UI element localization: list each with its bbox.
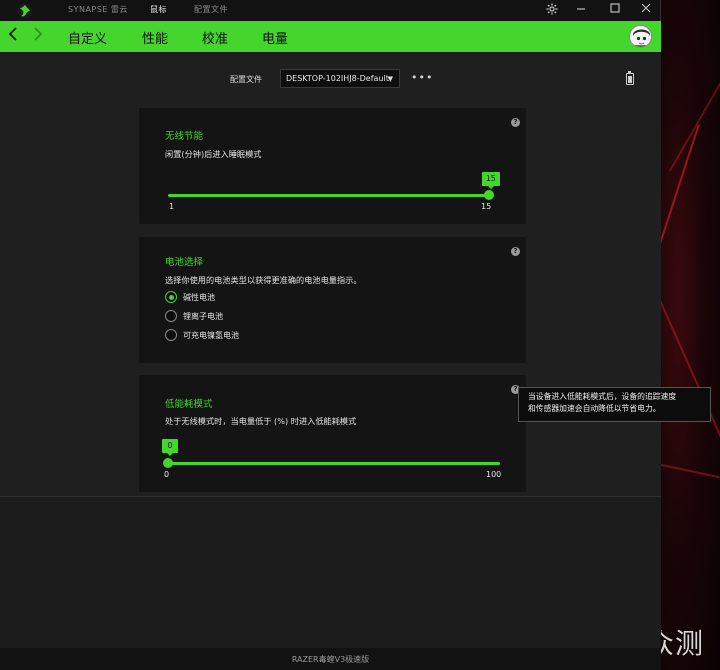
sleep-slider-value: 15 bbox=[482, 172, 500, 189]
device-name: RAZER毒蝰V3极速版 bbox=[291, 655, 370, 664]
razer-logo-icon[interactable] bbox=[17, 3, 33, 19]
battery-option-lithium[interactable]: 锂离子电池 bbox=[165, 310, 223, 322]
sleep-card-title: 无线节能 bbox=[165, 131, 204, 142]
avatar[interactable] bbox=[629, 25, 652, 48]
title-tab-profiles[interactable]: 配置文件 bbox=[194, 4, 228, 15]
help-icon[interactable]: ? bbox=[511, 247, 520, 256]
lowpower-card-description: 处于无线模式时，当电量低于 (%) 时进入低能耗模式 bbox=[165, 416, 357, 426]
sleep-card: ? 无线节能 闲置(分钟)后进入睡眠模式 15 1 15 bbox=[139, 108, 526, 224]
battery-icon bbox=[626, 70, 634, 85]
sleep-card-description: 闲置(分钟)后进入睡眠模式 bbox=[165, 149, 262, 159]
chevron-down-icon: ▼ bbox=[387, 75, 393, 83]
desktop-wallpaper bbox=[660, 0, 720, 670]
tab-power[interactable]: 电量 bbox=[262, 28, 288, 47]
radio-button[interactable] bbox=[165, 291, 177, 303]
lowpower-slider-max: 100 bbox=[486, 470, 502, 479]
tab-performance[interactable]: 性能 bbox=[142, 28, 168, 47]
title-bar: SYNAPSE 雷云 鼠标 配置文件 bbox=[0, 0, 660, 21]
radio-button[interactable] bbox=[165, 329, 177, 341]
close-icon[interactable] bbox=[639, 3, 653, 17]
empty-area bbox=[0, 496, 661, 648]
nav-bar: 自定义 性能 校准 电量 bbox=[0, 21, 661, 52]
power-page: 配置文件 DESKTOP-102IHJ8-Default ▼ ••• ? 无线节… bbox=[0, 52, 661, 496]
battery-option-nimh[interactable]: 可充电镍氢电池 bbox=[165, 329, 239, 341]
lowpower-card-title: 低能耗模式 bbox=[165, 399, 213, 410]
help-icon[interactable]: ? bbox=[511, 118, 520, 127]
maximize-icon[interactable] bbox=[608, 3, 622, 17]
battery-option-label: 锂离子电池 bbox=[183, 311, 223, 321]
sleep-slider-min: 1 bbox=[169, 202, 175, 211]
battery-option-label: 碱性电池 bbox=[183, 292, 215, 302]
sleep-slider-max: 15 bbox=[481, 202, 492, 211]
lowpower-slider-thumb[interactable] bbox=[163, 458, 173, 468]
sleep-slider-thumb[interactable] bbox=[484, 190, 494, 200]
gear-icon[interactable] bbox=[545, 3, 559, 17]
sleep-slider-track[interactable] bbox=[168, 194, 490, 197]
title-tab-mouse[interactable]: 鼠标 bbox=[150, 4, 167, 15]
lowpower-slider-min: 0 bbox=[164, 470, 170, 479]
more-options-button[interactable]: ••• bbox=[411, 71, 433, 84]
battery-card: ? 电池选择 选择你使用的电池类型以获得更准确的电池电量指示。 碱性电池 锂离子… bbox=[139, 237, 526, 363]
lowpower-slider-track[interactable] bbox=[168, 462, 500, 465]
title-tab-synapse[interactable]: SYNAPSE 雷云 bbox=[68, 4, 128, 15]
battery-option-label: 可充电镍氢电池 bbox=[183, 330, 239, 340]
lowpower-slider-value: 0 bbox=[162, 439, 178, 456]
lowpower-card: ? 低能耗模式 处于无线模式时，当电量低于 (%) 时进入低能耗模式 0 0 1… bbox=[139, 375, 526, 492]
lowpower-tooltip: 当设备进入低能耗模式后，设备的追踪速度 和传感器加速会自动降低以节省电力。 bbox=[518, 387, 711, 422]
battery-card-description: 选择你使用的电池类型以获得更准确的电池电量指示。 bbox=[165, 275, 362, 285]
forward-arrow-icon[interactable] bbox=[33, 27, 43, 45]
radio-button[interactable] bbox=[165, 310, 177, 322]
battery-card-title: 电池选择 bbox=[165, 257, 204, 268]
minimize-icon[interactable] bbox=[574, 3, 588, 17]
tab-customize[interactable]: 自定义 bbox=[68, 28, 107, 47]
synapse-window: SYNAPSE 雷云 鼠标 配置文件 自定义 性能 校准 电量 配置文件 DES… bbox=[0, 0, 661, 670]
tooltip-line: 和传感器加速会自动降低以节省电力。 bbox=[528, 404, 661, 413]
footer: RAZER毒蝰V3极速版 bbox=[0, 648, 661, 670]
profile-dropdown[interactable]: DESKTOP-102IHJ8-Default ▼ bbox=[280, 69, 400, 88]
tooltip-line: 当设备进入低能耗模式后，设备的追踪速度 bbox=[528, 392, 677, 401]
profile-label: 配置文件 bbox=[230, 75, 262, 84]
back-arrow-icon[interactable] bbox=[8, 27, 18, 45]
tab-calibration[interactable]: 校准 bbox=[202, 28, 228, 47]
profile-dropdown-value: DESKTOP-102IHJ8-Default bbox=[286, 74, 389, 83]
battery-option-alkaline[interactable]: 碱性电池 bbox=[165, 291, 215, 303]
